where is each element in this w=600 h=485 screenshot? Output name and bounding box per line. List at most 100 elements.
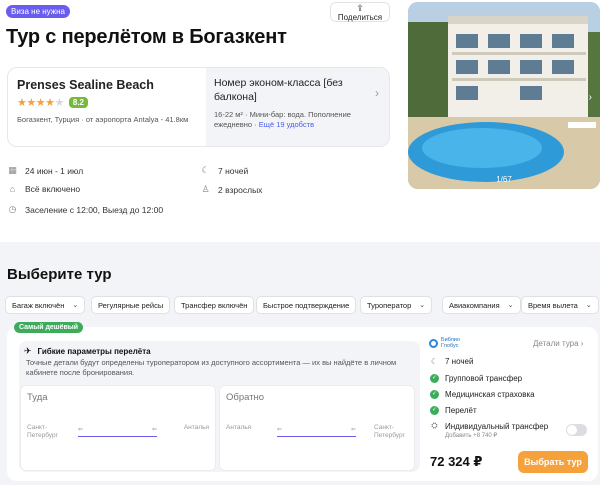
individual-transfer-text: Индивидуальный трансфер <box>445 421 549 431</box>
filter-tour-operator[interactable]: Туроператор ⌄ <box>360 296 433 314</box>
filter-transfer[interactable]: Трансфер включён <box>174 296 255 314</box>
checkin-text: Заселение с 12:00, Выезд до 12:00 <box>25 204 164 215</box>
room-amenities-link[interactable]: Ещё 19 удобств <box>259 120 314 129</box>
filter-label: Быстрое подтверждение <box>263 300 350 310</box>
flight-params-description: Точные детали будут определены туроперат… <box>26 358 397 377</box>
filter-label: Трансфер включён <box>181 300 248 310</box>
filter-fast-confirmation[interactable]: Быстрое подтверждение <box>256 296 357 314</box>
filter-airline[interactable]: Авиакомпания ⌄ <box>442 296 521 314</box>
checkin-times: ◷ Заселение с 12:00, Выезд до 12:00 <box>7 204 164 215</box>
outbound-title: Туда <box>27 392 48 403</box>
tour-dates: ▦ 24 июн - 1 июл <box>7 165 83 176</box>
tour-details-text: Детали тура <box>533 339 579 348</box>
departure-plane-icon: ⇐ <box>78 427 84 433</box>
inclusion-item: ✓ Перелёт <box>430 406 477 415</box>
chevron-right-icon[interactable]: › <box>589 92 592 103</box>
hotel-photo-image <box>408 2 600 189</box>
outbound-flight: Туда Санкт-Петербург ⇐ ⇐ Анталья <box>20 385 216 471</box>
meal-plan: ⌂ Всё включено <box>7 184 80 194</box>
individual-transfer-price: Добавить +8 740 ₽ <box>445 433 498 439</box>
chevron-down-icon: ⌄ <box>585 302 592 309</box>
calendar-icon: ▦ <box>8 165 17 175</box>
inclusion-text: Групповой трансфер <box>445 374 523 383</box>
filter-departure-time[interactable]: Время вылета ⌄ <box>521 296 599 314</box>
inclusion-text: Перелёт <box>445 406 477 415</box>
return-to: Санкт-Петербург <box>374 424 405 439</box>
arrival-plane-icon: ⇐ <box>350 427 356 433</box>
individual-transfer-toggle[interactable] <box>566 424 587 436</box>
rating-row: ★★★★★ 8.2 <box>17 95 198 109</box>
inclusion-item: ✓ Групповой трансфер <box>430 374 522 383</box>
flight-params-title-text: Гибкие параметры перелёта <box>37 347 151 356</box>
filter-label: Время вылета <box>528 300 578 310</box>
room-info: 16-22 м² · Мини-бар: вода. Пополнение еж… <box>214 110 364 130</box>
tour-nights: ☾ 7 ночей <box>200 165 248 176</box>
meal-icon: ⌂ <box>9 184 16 194</box>
share-label: Поделиться <box>337 13 383 22</box>
photo-counter: 1/67 <box>496 175 512 184</box>
moon-icon: ☾ <box>430 357 439 366</box>
guests-text: 2 взрослых <box>218 184 263 195</box>
star-rating: ★★★★★ <box>17 96 64 109</box>
share-button[interactable]: ⇪ Поделиться <box>330 2 390 22</box>
star-icon: ★ <box>35 96 46 109</box>
inclusion-item: ✓ Медицинская страховка <box>430 390 535 399</box>
plane-icon: ✈ <box>24 346 32 356</box>
check-icon: ✓ <box>430 406 439 415</box>
return-from: Анталья <box>226 424 252 431</box>
meal-plan-text: Всё включено <box>25 184 81 194</box>
hotel-photo[interactable]: › 1/67 <box>408 2 600 189</box>
car-icon: ⛭ <box>431 421 438 430</box>
chevron-down-icon: ⌄ <box>507 302 514 309</box>
room-card[interactable]: Номер эконом-класса [без балкона] 16-22 … <box>206 68 389 146</box>
star-icon: ★ <box>54 96 65 109</box>
hotel-location: Богазкент, Турция · от аэропорта Antalya… <box>17 115 189 124</box>
tour-details-link[interactable]: Детали тура › <box>533 339 583 348</box>
tour-operator-logo: Библио Глобус <box>429 337 467 349</box>
card-nights-text: 7 ночей <box>445 357 474 366</box>
choose-tour-button[interactable]: Выбрать тур <box>518 451 588 473</box>
star-icon: ★ <box>45 96 55 109</box>
card-nights: ☾ 7 ночей <box>430 357 474 366</box>
chevron-right-icon[interactable]: › <box>375 86 379 100</box>
outbound-from: Санкт-Петербург <box>27 424 58 439</box>
filter-label: Авиакомпания <box>449 300 500 310</box>
outbound-to: Анталья <box>183 424 209 431</box>
tour-nights-text: 7 ночей <box>218 165 249 176</box>
return-title: Обратно <box>226 392 265 403</box>
arrival-plane-icon: ⇐ <box>151 427 157 433</box>
check-icon: ✓ <box>430 374 439 383</box>
chevron-down-icon: ⌄ <box>419 302 426 309</box>
operator-logo-text: Библио Глобус <box>441 337 460 349</box>
flight-params-title: ✈ Гибкие параметры перелёта <box>24 346 151 357</box>
hotel-name[interactable]: Prenses Sealine Beach <box>17 78 198 92</box>
cheapest-badge: Самый дешёвый <box>14 322 84 333</box>
check-icon: ✓ <box>430 390 439 399</box>
moon-icon: ☾ <box>201 165 210 175</box>
hotel-card: Prenses Sealine Beach ★★★★★ 8.2 Богазкен… <box>7 67 390 147</box>
share-icon: ⇪ <box>356 3 364 13</box>
filter-label: Багаж включён <box>12 300 65 310</box>
flight-line <box>78 436 157 437</box>
operator-logo-icon <box>429 338 438 348</box>
flight-line <box>277 436 356 437</box>
guests: ♙ 2 взрослых <box>200 184 262 195</box>
star-icon: ★ <box>26 96 36 109</box>
visa-badge: Виза не нужна <box>6 5 70 18</box>
filter-regular-flights[interactable]: Регулярные рейсы <box>91 296 171 314</box>
rating-score-badge: 8.2 <box>68 96 88 108</box>
filter-label: Туроператор <box>367 300 412 310</box>
inclusion-text: Медицинская страховка <box>445 390 535 399</box>
chevron-down-icon: ⌄ <box>72 302 79 309</box>
chevron-right-icon: › <box>580 339 584 348</box>
star-icon: ★ <box>17 96 27 109</box>
filter-baggage[interactable]: Багаж включён ⌄ <box>5 296 86 314</box>
tour-dates-text: 24 июн - 1 июл <box>25 165 84 176</box>
room-title: Номер эконом-класса [без балкона] <box>214 77 343 103</box>
filter-label: Регулярные рейсы <box>98 300 164 310</box>
clock-icon: ◷ <box>8 204 17 214</box>
hotel-info[interactable]: Prenses Sealine Beach ★★★★★ 8.2 Богазкен… <box>8 68 198 146</box>
tour-price: 72 324 ₽ <box>430 454 483 469</box>
departure-plane-icon: ⇐ <box>277 427 283 433</box>
section-title: Выберите тур <box>7 266 112 283</box>
